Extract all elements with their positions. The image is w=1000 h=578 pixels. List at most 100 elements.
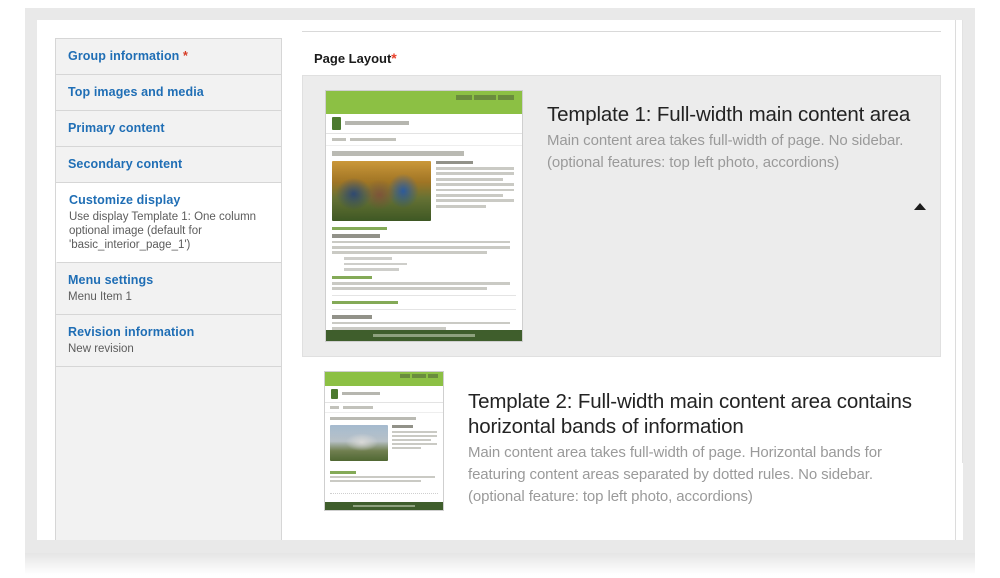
vertical-tabs-sidebar: Group information * Top images and media… [37,20,282,540]
preview-band-1 [330,465,438,488]
preview-text-line [332,287,487,291]
required-marker: * [183,49,188,63]
preview-text-line [436,183,514,186]
layout-option-template-1[interactable]: Template 1: Full-width main content area… [302,75,941,357]
preview-page-heading [330,416,417,421]
sidebar-item-title: Top images and media [68,85,204,99]
preview-body [325,413,443,510]
preview-photo [332,160,432,221]
preview-nav-apply [456,95,473,101]
preview-section-heading [332,226,388,231]
preview-list-item [344,268,400,271]
sidebar-item-title: Menu settings [68,273,154,287]
preview-hero [332,160,516,221]
preview-nav-give [428,374,439,379]
preview-menu-icon [332,137,346,141]
sidebar-item-primary-content[interactable]: Primary content [56,111,281,147]
sidebar-item-title: Revision information [68,325,195,339]
preview-logo-row [326,114,522,134]
preview-footer [325,502,443,510]
sidebar-empty-area [55,367,282,540]
preview-hero [330,425,438,462]
option-description-line: Main content area takes full-width of pa… [468,444,882,461]
content-columns: Group information * Top images and media… [37,20,953,540]
sidebar-item-summary: Use display Template 1: One column optio… [69,211,257,251]
template-2-thumbnail-wrap [302,371,444,511]
preview-subsection-heading [332,275,373,279]
preview-breadcrumb-text [350,137,396,141]
preview-dotted-divider [330,493,438,495]
uvm-logo-icon [331,388,338,399]
preview-nav-search [412,374,427,379]
preview-breadcrumb [325,403,443,413]
preview-divider [332,295,516,297]
preview-breadcrumb [326,134,522,146]
preview-body [326,146,522,342]
preview-divider [332,309,516,311]
preview-footer [326,330,522,341]
preview-text-line [436,199,514,203]
window-outer-frame: Group information * Top images and media… [25,8,975,575]
preview-text-line [330,475,435,478]
preview-text-line [436,167,514,170]
preview-list-item [344,262,407,266]
vertical-scrollbar[interactable] [955,20,963,540]
layout-option-template-2[interactable]: Template 2: Full-width main content area… [302,357,941,525]
preview-accordion-heading[interactable] [332,301,399,305]
option-title: Template 1: Full-width main content area [547,103,911,126]
sidebar-item-title: Group information * [68,49,188,63]
template-2-preview [324,371,444,511]
option-description-line: (optional feature: top left photo, accor… [468,488,753,505]
preview-text-line [392,430,437,433]
preview-intro-lead [392,425,414,428]
preview-text-line [436,204,486,208]
triangle-up-icon[interactable] [914,203,926,210]
preview-intro-lead [436,160,473,164]
sidebar-item-customize-display[interactable]: Customize display Use display Template 1… [56,183,281,263]
sidebar-item-top-images-and-media[interactable]: Top images and media [56,75,281,111]
preview-logo-row [325,386,443,403]
preview-body-label [332,234,380,238]
preview-text-line [392,446,421,449]
sidebar-item-group-information[interactable]: Group information * [56,39,281,75]
preview-text-line [392,438,431,441]
option-description-line: Main content area takes full-width of pa… [547,132,904,149]
preview-lower-body-label [332,315,373,319]
preview-text-line [332,321,511,325]
vertical-tabs-list: Group information * Top images and media… [55,38,282,367]
preview-text-line [332,281,511,285]
sidebar-item-secondary-content[interactable]: Secondary content [56,147,281,183]
option-description-line: (optional features: top left photo, acco… [547,154,840,171]
preview-text-line [392,442,437,445]
preview-photo [330,425,389,462]
sidebar-item-title: Secondary content [68,157,183,171]
preview-text-line [392,434,437,437]
option-description: Main content area takes full-width of pa… [547,130,910,174]
screenshot-root: Group information * Top images and media… [0,0,1000,578]
preview-site-title [342,392,380,396]
preview-menu-icon [330,405,339,409]
preview-page-heading [332,150,465,156]
option-description-line: featuring content areas separated by dot… [468,466,873,483]
preview-text-line [436,188,514,192]
preview-brand-bar [325,372,443,386]
main-panel: Page Layout* Template 1: Full-width main… [282,20,953,540]
preview-nav-apply [400,374,411,379]
preview-text-line [332,245,511,249]
preview-text-line [436,172,514,176]
template-1-text: Template 1: Full-width main content area… [523,90,930,342]
uvm-logo-icon [332,116,341,130]
sidebar-item-menu-settings[interactable]: Menu settings Menu Item 1 [56,263,281,315]
sidebar-item-summary: New revision [68,343,134,355]
preview-breadcrumb-text [343,405,373,409]
preview-nav-search [474,95,497,101]
sidebar-item-revision-information[interactable]: Revision information New revision [56,315,281,367]
preview-intro-text [392,425,438,461]
sidebar-item-title: Customize display [69,193,181,207]
preview-text-line [436,193,504,197]
preview-band-heading [330,471,356,474]
template-1-thumbnail-wrap [303,90,523,342]
application-window: Group information * Top images and media… [37,20,963,540]
scrollbar-thumb[interactable] [957,20,963,463]
template-1-preview [325,90,523,342]
